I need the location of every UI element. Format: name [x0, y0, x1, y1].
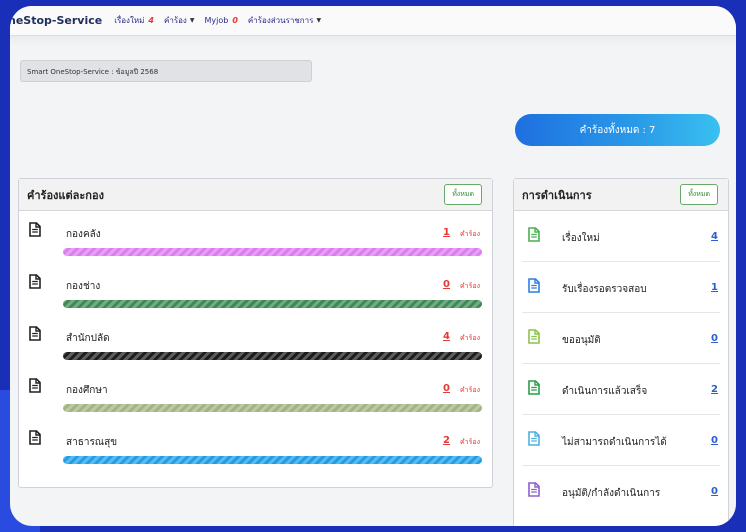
progress-bar: [63, 456, 482, 464]
status-count-link[interactable]: 2: [711, 384, 718, 395]
brand-title[interactable]: neStop-Service: [10, 14, 102, 27]
nav-new-requests[interactable]: เรื่องใหม่ 4: [114, 14, 154, 27]
department-row: สำนักปลัด 4 คำร้อง: [19, 315, 492, 367]
top-navbar: neStop-Service เรื่องใหม่ 4 คำร้อง ▼ Myj…: [10, 6, 736, 36]
document-icon: [528, 431, 540, 446]
status-label: รับเรื่องรอตรวจสอบ: [562, 284, 647, 295]
department-row: กองช่าง 0 คำร้อง: [19, 263, 492, 315]
department-name: กองศึกษา: [66, 385, 108, 396]
department-row: กองศึกษา 0 คำร้อง: [19, 367, 492, 419]
unit-label: คำร้อง: [460, 334, 480, 342]
nav-gov-requests-dropdown[interactable]: คำร้องส่วนราชการ ▼: [248, 14, 321, 27]
status-count-link[interactable]: 0: [711, 486, 718, 497]
document-icon: [528, 482, 540, 497]
nav-new-requests-label: เรื่องใหม่: [114, 16, 145, 25]
nav-new-requests-count: 4: [148, 16, 154, 25]
document-icon: [29, 430, 41, 445]
document-icon: [29, 274, 41, 289]
department-count-link[interactable]: 4: [443, 331, 450, 342]
status-row: เรื่องใหม่ 4: [522, 211, 720, 262]
nav-myjob-label: Myjob: [204, 16, 229, 25]
status-row: อนุมัติ/กำลังดำเนินการ 0: [522, 466, 720, 517]
nav-myjob-count: 0: [232, 16, 238, 25]
status-count-link[interactable]: 4: [711, 231, 718, 242]
panel-title: คำร้องแต่ละกอง: [27, 188, 104, 202]
document-icon: [528, 227, 540, 242]
panel-header: การดำเนินการ ทั้งหมด: [514, 179, 728, 211]
document-icon: [29, 326, 41, 341]
status-label: ไม่สามารถดำเนินการได้: [562, 437, 667, 448]
chevron-down-icon: ▼: [189, 17, 195, 24]
department-name: สาธารณสุข: [66, 437, 118, 448]
panel-title: การดำเนินการ: [522, 188, 592, 202]
unit-label: คำร้อง: [460, 386, 480, 394]
status-label: อนุมัติ/กำลังดำเนินการ: [562, 488, 661, 499]
unit-label: คำร้อง: [460, 438, 480, 446]
document-icon: [29, 378, 41, 393]
status-row: ดำเนินการแล้วเสร็จ 2: [522, 364, 720, 415]
total-requests-badge[interactable]: คำร้องทั้งหมด : 7: [515, 114, 720, 146]
department-name: กองคลัง: [66, 229, 101, 240]
status-label: เรื่องใหม่: [562, 233, 600, 244]
department-requests-panel: คำร้องแต่ละกอง ทั้งหมด กองคลัง 1 คำร้อง …: [18, 178, 493, 488]
nav-requests-dropdown[interactable]: คำร้อง ▼: [164, 14, 194, 27]
department-count-link[interactable]: 0: [443, 279, 450, 290]
document-icon: [528, 278, 540, 293]
info-bar: Smart OneStop-Service : ข้อมูลปี 2568: [20, 60, 312, 82]
nav-gov-requests-label: คำร้องส่วนราชการ: [247, 16, 314, 25]
panel-header: คำร้องแต่ละกอง ทั้งหมด: [19, 179, 492, 211]
progress-bar: [63, 352, 482, 360]
status-label: ขออนุมัติ: [562, 335, 601, 346]
status-label: ดำเนินการแล้วเสร็จ: [562, 386, 648, 397]
nav-myjob[interactable]: Myjob 0: [204, 16, 237, 25]
progress-bar: [63, 404, 482, 412]
app-window: neStop-Service เรื่องใหม่ 4 คำร้อง ▼ Myj…: [10, 6, 736, 526]
status-count-link[interactable]: 1: [711, 282, 718, 293]
view-all-button[interactable]: ทั้งหมด: [444, 184, 482, 205]
unit-label: คำร้อง: [460, 230, 480, 238]
document-icon: [528, 380, 540, 395]
nav-requests-label: คำร้อง: [163, 16, 187, 25]
status-count-link[interactable]: 0: [711, 435, 718, 446]
unit-label: คำร้อง: [460, 282, 480, 290]
department-count-link[interactable]: 2: [443, 435, 450, 446]
department-count-link[interactable]: 0: [443, 383, 450, 394]
status-row: รับเรื่องรอตรวจสอบ 1: [522, 262, 720, 313]
chevron-down-icon: ▼: [316, 17, 322, 24]
view-all-button[interactable]: ทั้งหมด: [680, 184, 718, 205]
document-icon: [528, 329, 540, 344]
progress-bar: [63, 300, 482, 308]
department-row: สาธารณสุข 2 คำร้อง: [19, 419, 492, 471]
status-row: ไม่สามารถดำเนินการได้ 0: [522, 415, 720, 466]
department-name: กองช่าง: [66, 281, 101, 292]
document-icon: [29, 222, 41, 237]
department-row: กองคลัง 1 คำร้อง: [19, 211, 492, 263]
progress-bar: [63, 248, 482, 256]
status-row: ขออนุมัติ 0: [522, 313, 720, 364]
department-count-link[interactable]: 1: [443, 227, 450, 238]
department-name: สำนักปลัด: [66, 333, 110, 344]
status-count-link[interactable]: 0: [711, 333, 718, 344]
status-panel: การดำเนินการ ทั้งหมด เรื่องใหม่ 4 รับเรื…: [513, 178, 729, 526]
navbar-shadow: [10, 36, 736, 46]
